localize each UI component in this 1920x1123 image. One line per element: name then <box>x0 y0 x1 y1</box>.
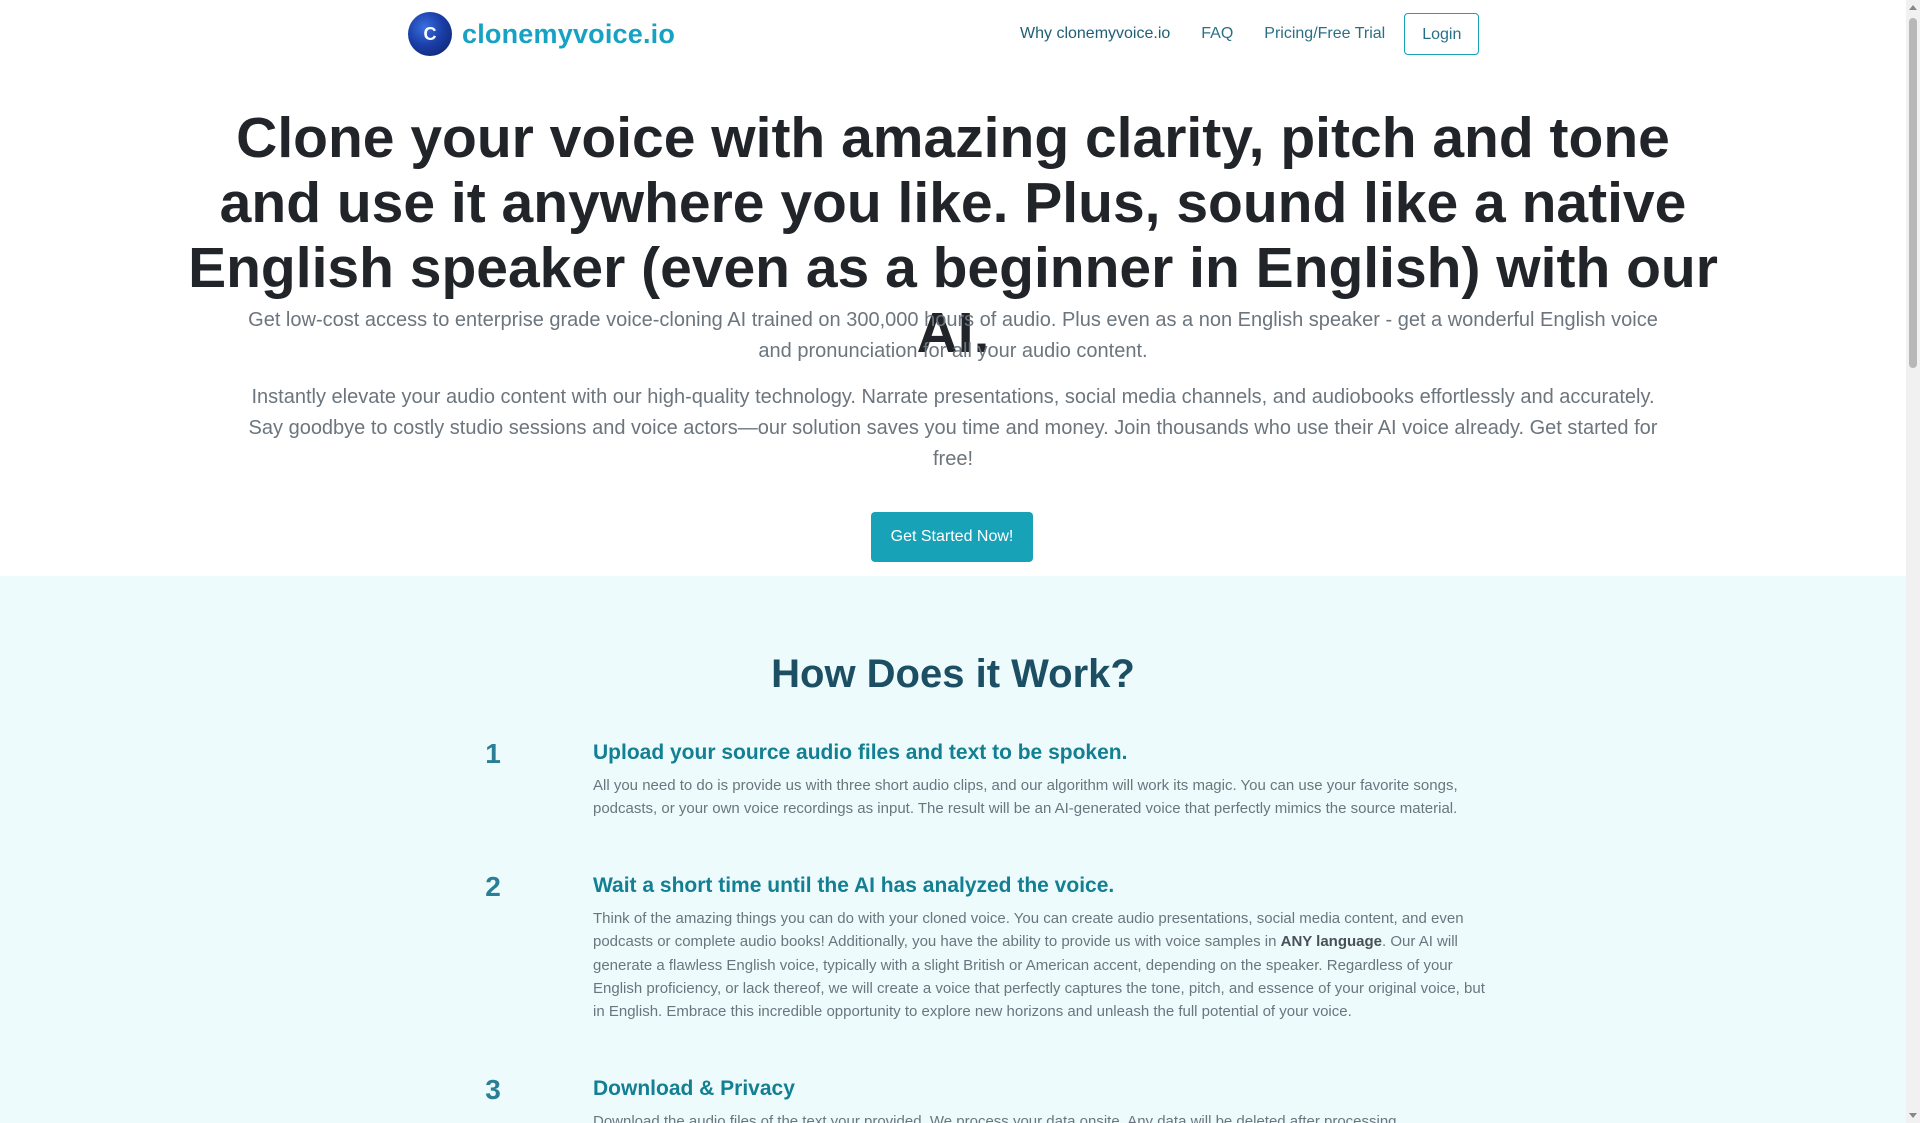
navbar: C clonemyvoice.io Why clonemyvoice.io FA… <box>0 0 1906 70</box>
step-title: Upload your source audio files and text … <box>593 741 1128 764</box>
how-it-works-title: How Does it Work? <box>771 652 1135 696</box>
nav-link-why[interactable]: Why clonemyvoice.io <box>1020 12 1170 56</box>
how-it-works-section: How Does it Work? 1 Upload your source a… <box>0 576 1906 1123</box>
scroll-up-arrow-icon[interactable] <box>1909 5 1917 10</box>
step-number: 1 <box>485 738 501 769</box>
get-started-button[interactable]: Get Started Now! <box>871 512 1033 562</box>
step-description: All you need to do is provide us with th… <box>593 777 1458 818</box>
step-description: Download the audio files of the text you… <box>593 1113 1401 1123</box>
step-title: Download & Privacy <box>593 1077 795 1100</box>
step-title: Wait a short time until the AI has analy… <box>593 874 1115 897</box>
nav-link-faq[interactable]: FAQ <box>1201 12 1233 56</box>
hero-section: Clone your voice with amazing clarity, p… <box>0 70 1906 576</box>
nav-link-pricing[interactable]: Pricing/Free Trial <box>1264 12 1385 56</box>
scrollbar[interactable] <box>1906 0 1920 1123</box>
logo-icon: C <box>408 12 452 56</box>
scrollbar-thumb[interactable] <box>1909 18 1917 368</box>
page: C clonemyvoice.io Why clonemyvoice.io FA… <box>0 0 1906 1123</box>
step-number: 2 <box>485 871 501 902</box>
logo-letter: C <box>423 23 437 44</box>
brand-link[interactable]: C clonemyvoice.io <box>408 12 675 56</box>
scroll-down-arrow-icon[interactable] <box>1909 1113 1917 1118</box>
hero-subtext-1: Get low-cost access to enterprise grade … <box>248 309 1658 362</box>
step-number: 3 <box>485 1074 501 1105</box>
brand-name: clonemyvoice.io <box>462 18 676 49</box>
hero-subtext-2: Instantly elevate your audio content wit… <box>248 386 1658 470</box>
nav-links: Why clonemyvoice.io FAQ Pricing/Free Tri… <box>1020 12 1480 56</box>
step-description-emphasis: ANY language <box>1280 933 1383 951</box>
step-description: Think of the amazing things you can do w… <box>593 907 1493 1023</box>
login-button[interactable]: Login <box>1404 13 1480 55</box>
